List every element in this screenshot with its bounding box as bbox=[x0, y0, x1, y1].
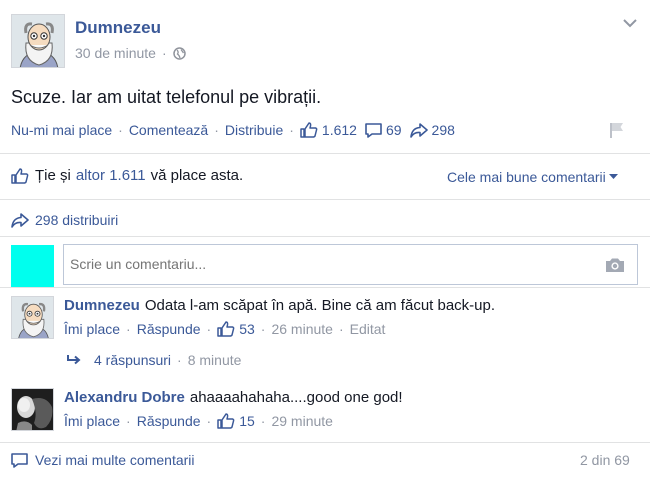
caret-down-icon bbox=[608, 174, 618, 179]
reply-arrow-icon bbox=[67, 355, 81, 365]
likes-prefix: Ție și bbox=[35, 167, 71, 184]
separator-dot: · bbox=[126, 321, 131, 337]
thumbs-up-icon bbox=[217, 413, 235, 429]
thumbs-up-icon bbox=[11, 167, 29, 184]
shares-summary[interactable]: 298 distribuiri bbox=[11, 212, 118, 228]
share-arrow-icon bbox=[11, 212, 29, 228]
globe-icon[interactable] bbox=[172, 46, 186, 60]
post-options-chevron-icon[interactable] bbox=[622, 16, 638, 34]
comment-author-link[interactable]: Dumnezeu bbox=[64, 297, 140, 314]
separator-dot: · bbox=[118, 122, 123, 138]
comment-body: Dumnezeu Odata l-am scăpat în apă. Bine … bbox=[64, 297, 495, 314]
share-arrow-icon bbox=[409, 122, 428, 138]
likes-summary: Ție și altor 1.611 vă place asta. bbox=[11, 167, 243, 184]
comment-sort-dropdown[interactable]: Cele mai bune comentarii bbox=[447, 169, 618, 185]
separator-dot: · bbox=[206, 413, 212, 429]
comments-pager: 2 din 69 bbox=[580, 452, 630, 468]
comment-like-count-value: 15 bbox=[239, 413, 255, 429]
current-user-avatar[interactable] bbox=[11, 245, 54, 288]
comment-count-value: 69 bbox=[385, 122, 402, 138]
comment-like-button[interactable]: Îmi place bbox=[64, 413, 120, 429]
comment-text: Odata l-am scăpat în apă. Bine că am făc… bbox=[144, 297, 496, 314]
comment-bubble-icon bbox=[11, 452, 28, 468]
post-text: Scuze. Iar am uitat telefonul pe vibrați… bbox=[11, 87, 322, 107]
comment-edited-label[interactable]: Editat bbox=[350, 321, 386, 337]
replies-count-label[interactable]: 4 răspunsuri bbox=[94, 352, 171, 368]
comment-actions: Îmi place · Răspunde · 15 · 29 minute bbox=[64, 413, 333, 429]
thumbs-up-icon bbox=[217, 321, 235, 337]
divider bbox=[0, 442, 650, 443]
comment-avatar[interactable] bbox=[11, 296, 54, 339]
comment-like-count[interactable]: 15 bbox=[217, 413, 255, 429]
comment-count[interactable]: 69 bbox=[365, 122, 402, 138]
person-photo-icon bbox=[12, 389, 53, 430]
separator-dot: · bbox=[338, 321, 344, 337]
unlike-button[interactable]: Nu-mi mai place bbox=[11, 122, 112, 138]
separator-dot: · bbox=[161, 45, 167, 61]
post-author-link[interactable]: Dumnezeu bbox=[75, 18, 161, 37]
comment-input[interactable] bbox=[70, 256, 590, 272]
separator-dot: · bbox=[260, 413, 266, 429]
post-meta: 30 de minute · bbox=[75, 45, 186, 61]
divider bbox=[0, 199, 650, 200]
comment-input-box[interactable] bbox=[63, 244, 638, 285]
likes-suffix: vă place asta. bbox=[150, 167, 244, 184]
separator-dot: · bbox=[260, 321, 266, 337]
comment-bubble-icon bbox=[365, 122, 382, 138]
old-man-avatar-icon bbox=[12, 297, 53, 338]
comment-avatar[interactable] bbox=[11, 388, 54, 431]
share-count-value: 298 bbox=[431, 122, 455, 138]
comment-reply-button[interactable]: Răspunde bbox=[137, 321, 201, 337]
replies-timestamp: 8 minute bbox=[187, 352, 242, 368]
post-actions: Nu-mi mai place · Comentează · Distribui… bbox=[11, 122, 455, 138]
author-avatar[interactable] bbox=[11, 14, 65, 68]
post-author-name[interactable]: Dumnezeu bbox=[75, 18, 161, 38]
separator-dot: · bbox=[214, 122, 219, 138]
old-man-avatar-icon bbox=[12, 15, 64, 67]
divider bbox=[0, 153, 650, 154]
comment-reply-button[interactable]: Răspunde bbox=[137, 413, 201, 429]
like-count-value: 1.612 bbox=[321, 122, 357, 138]
separator-dot: · bbox=[206, 321, 212, 337]
post-timestamp[interactable]: 30 de minute bbox=[75, 45, 156, 61]
comment-like-count-value: 53 bbox=[239, 321, 255, 337]
like-count[interactable]: 1.612 bbox=[300, 122, 357, 138]
comment-body: Alexandru Dobre ahaaaahahaha....good one… bbox=[64, 389, 403, 406]
share-button[interactable]: Distribuie bbox=[225, 122, 283, 138]
comment-sort-label: Cele mai bune comentarii bbox=[447, 169, 606, 185]
camera-icon[interactable] bbox=[605, 257, 625, 273]
flag-icon[interactable] bbox=[608, 121, 626, 144]
separator-dot: · bbox=[177, 352, 182, 368]
comment-like-button[interactable]: Îmi place bbox=[64, 321, 120, 337]
divider bbox=[0, 287, 650, 288]
separator-dot: · bbox=[126, 413, 131, 429]
shares-label: 298 distribuiri bbox=[35, 212, 119, 228]
comment-actions: Îmi place · Răspunde · 53 · 26 minute · … bbox=[64, 321, 385, 337]
comment-button[interactable]: Comentează bbox=[129, 122, 208, 138]
share-count[interactable]: 298 bbox=[409, 122, 455, 138]
replies-link[interactable]: 4 răspunsuri · 8 minute bbox=[66, 352, 241, 368]
view-more-comments-label: Vezi mai multe comentarii bbox=[35, 452, 195, 468]
divider bbox=[0, 236, 650, 237]
thumbs-up-icon bbox=[300, 122, 318, 138]
comment-like-count[interactable]: 53 bbox=[217, 321, 255, 337]
comment-timestamp[interactable]: 26 minute bbox=[271, 321, 332, 337]
likes-others-link[interactable]: altor 1.611 bbox=[76, 167, 146, 184]
view-more-comments-link[interactable]: Vezi mai multe comentarii bbox=[11, 452, 195, 468]
comment-author-link[interactable]: Alexandru Dobre bbox=[64, 389, 185, 406]
comment-timestamp[interactable]: 29 minute bbox=[271, 413, 332, 429]
comment-text: ahaaaahahaha....good one god! bbox=[189, 389, 403, 406]
separator-dot: · bbox=[289, 122, 294, 138]
